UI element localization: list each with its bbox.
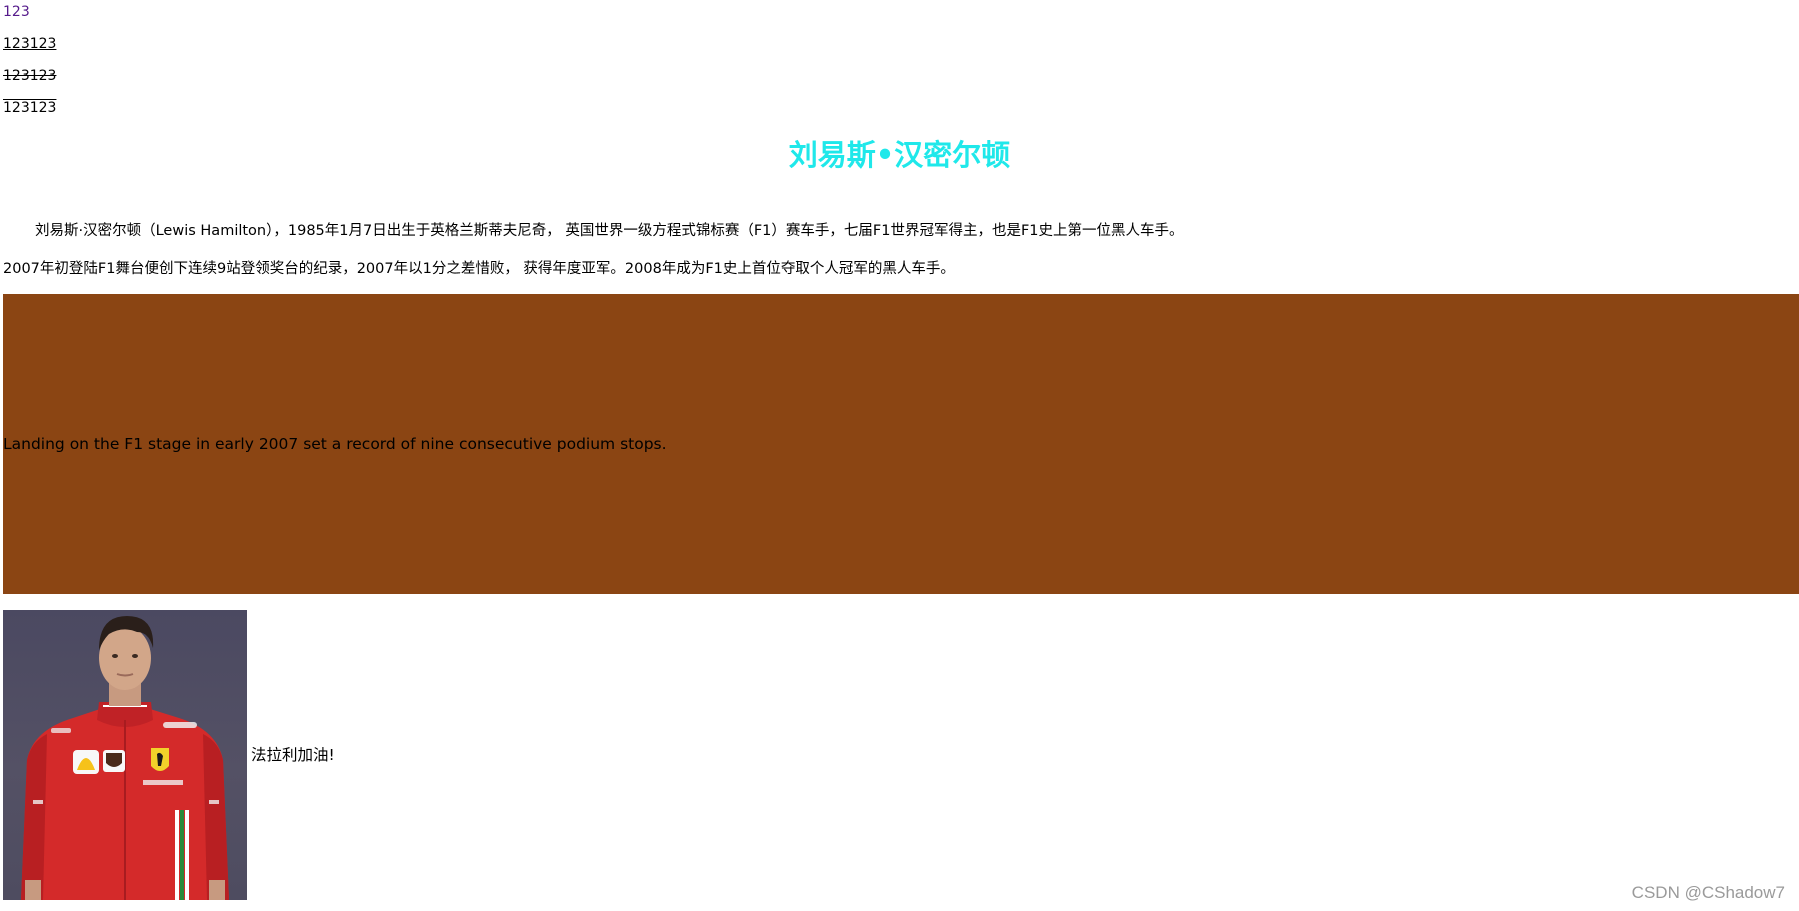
driver-portrait-image bbox=[21, 616, 229, 900]
page-title: 刘易斯•汉密尔顿 bbox=[788, 138, 1011, 172]
banner-text: Landing on the F1 stage in early 2007 se… bbox=[3, 435, 667, 453]
underlined-text: 123123 bbox=[3, 36, 57, 52]
career-paragraph: 2007年初登陆F1舞台便创下连续9站登领奖台的纪录，2007年以1分之差惜败，… bbox=[3, 261, 955, 277]
link-123[interactable]: 123 bbox=[3, 3, 30, 21]
brown-banner: Landing on the F1 stage in early 2007 se… bbox=[3, 294, 1799, 594]
csdn-watermark: CSDN @CShadow7 bbox=[1631, 883, 1785, 902]
photo-row: 法拉利加油! bbox=[3, 610, 335, 900]
photo-caption: 法拉利加油! bbox=[251, 746, 335, 764]
intro-paragraph: 刘易斯·汉密尔顿（Lewis Hamilton），1985年1月7日出生于英格兰… bbox=[35, 223, 1184, 239]
driver-photo bbox=[3, 610, 247, 900]
strikethrough-text: 123123 bbox=[3, 68, 57, 84]
overlined-text: 123123 bbox=[3, 100, 57, 116]
